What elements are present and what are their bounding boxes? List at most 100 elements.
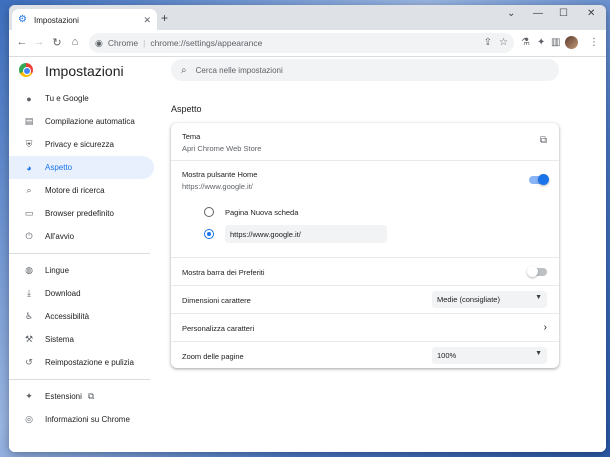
omnibox-site: Chrome: [107, 38, 139, 48]
font-size-select[interactable]: Medie (consigliate) ▼: [432, 291, 547, 308]
search-icon: ⌕: [26, 185, 32, 195]
extension-icon[interactable]: ⚗: [521, 37, 530, 48]
history-icon: ↺: [25, 357, 33, 367]
sidebar-item-label: Accessibilità: [45, 312, 90, 321]
minimize-button[interactable]: —: [533, 8, 543, 19]
tab-title: Impostazioni: [34, 15, 79, 25]
sidebar-item-estensioni[interactable]: ✦ Estensioni ⧉: [9, 385, 154, 408]
sidebar-item-label: Privacy e sicurezza: [45, 140, 114, 149]
power-icon: ⏻: [25, 231, 33, 241]
sidebar-item-label: Aspetto: [45, 163, 73, 172]
browser-icon: ▭: [24, 208, 34, 218]
home-icon[interactable]: ⌂: [68, 36, 82, 48]
sidebar-item-lingue[interactable]: ◍ Lingue: [9, 259, 154, 282]
sidebar: ● Tu e Google ▤ Compilazione automatica …: [9, 87, 154, 431]
puzzle-icon[interactable]: ✦: [537, 37, 545, 48]
search-input[interactable]: ⌕ Cerca nelle impostazioni: [171, 59, 559, 81]
home-button-row: Mostra pulsante Home https://www.google.…: [171, 160, 559, 257]
sidebar-item-browser-predefinito[interactable]: ▭ Browser predefinito: [9, 202, 154, 225]
back-icon[interactable]: ←: [15, 36, 29, 48]
shield-icon: ⛨: [25, 139, 33, 149]
tab-search-icon[interactable]: ⌄: [507, 8, 515, 19]
menu-icon[interactable]: ⋮: [589, 37, 599, 48]
share-icon[interactable]: ⇪: [484, 37, 492, 48]
maximize-button[interactable]: ☐: [559, 8, 568, 19]
sidebar-item-privacy[interactable]: ⛨ Privacy e sicurezza: [9, 133, 154, 156]
sidebar-item-label: Informazioni su Chrome: [45, 415, 130, 424]
dropdown-arrow-icon: ▼: [535, 350, 542, 357]
sidebar-item-sistema[interactable]: ⚒ Sistema: [9, 328, 154, 351]
page-title: Impostazioni: [45, 63, 124, 79]
section-title: Aspetto: [171, 104, 202, 114]
sidebar-divider: [9, 253, 150, 254]
radio-new-tab[interactable]: [204, 207, 214, 217]
bookmark-star-icon[interactable]: ☆: [499, 37, 508, 48]
forward-icon[interactable]: →: [32, 36, 46, 48]
close-tab-icon[interactable]: ✕: [143, 15, 151, 26]
clipboard-icon: ▤: [24, 116, 34, 126]
new-tab-button[interactable]: +: [161, 11, 168, 25]
bookmarks-bar-row[interactable]: Mostra barra dei Preferiti: [171, 257, 559, 285]
home-title: Mostra pulsante Home: [182, 170, 258, 179]
theme-title: Tema: [182, 132, 201, 141]
address-bar[interactable]: ◉ Chrome | chrome://settings/appearance …: [89, 33, 514, 53]
omnibox-url: chrome://settings/appearance: [150, 38, 263, 48]
zoom-title: Zoom delle pagine: [182, 352, 244, 361]
sidebar-item-download[interactable]: ⤓ Download: [9, 282, 154, 305]
reload-icon[interactable]: ↻: [50, 36, 64, 49]
dropdown-arrow-icon: ▼: [535, 294, 542, 301]
sidebar-item-motore[interactable]: ⌕ Motore di ricerca: [9, 179, 154, 202]
sidebar-item-aspetto[interactable]: ◕ Aspetto: [9, 156, 154, 179]
zoom-select[interactable]: 100% ▼: [432, 347, 547, 364]
browser-window: ⚙ Impostazioni ✕ + ⌄ — ☐ ✕ ← → ↻ ⌂ ◉ Chr…: [9, 5, 606, 452]
home-button-toggle[interactable]: [529, 174, 549, 185]
search-placeholder: Cerca nelle impostazioni: [195, 65, 283, 75]
bookmarks-bar-toggle[interactable]: [527, 266, 547, 277]
open-in-new-icon[interactable]: ⧉: [540, 135, 547, 146]
zoom-value: 100%: [437, 351, 457, 360]
toggle-knob: [527, 266, 538, 277]
chrome-logo-icon: [19, 63, 33, 77]
theme-subtitle: Apri Chrome Web Store: [182, 144, 262, 153]
close-window-button[interactable]: ✕: [587, 8, 595, 19]
browser-toolbar: ← → ↻ ⌂ ◉ Chrome | chrome://settings/app…: [9, 30, 606, 57]
accessibility-icon: ♿: [24, 311, 34, 321]
wrench-icon: ⚒: [24, 334, 34, 344]
settings-page: Impostazioni ⌕ Cerca nelle impostazioni …: [9, 57, 606, 452]
radio-new-tab-label: Pagina Nuova scheda: [225, 208, 299, 217]
font-size-row: Dimensioni carattere Medie (consigliate)…: [171, 285, 559, 313]
sidebar-divider: [9, 379, 150, 380]
sidebar-item-tu-e-google[interactable]: ● Tu e Google: [9, 87, 154, 110]
open-in-new-icon: ⧉: [87, 391, 95, 401]
tab-settings[interactable]: ⚙ Impostazioni ✕: [12, 9, 157, 31]
side-panel-icon[interactable]: ▥: [551, 37, 560, 48]
sidebar-item-label: Reimpostazione e pulizia: [45, 358, 134, 367]
sidebar-item-label: Sistema: [45, 335, 74, 344]
radio-custom-url[interactable]: [204, 229, 214, 239]
sidebar-item-label: Browser predefinito: [45, 209, 114, 218]
sidebar-item-label: Tu e Google: [45, 94, 89, 103]
search-icon: ⌕: [181, 64, 187, 76]
bookmarks-title: Mostra barra dei Preferiti: [182, 268, 265, 277]
sidebar-item-informazioni[interactable]: ◎ Informazioni su Chrome: [9, 408, 154, 431]
home-url-field[interactable]: https://www.google.it/: [225, 225, 387, 243]
download-icon: ⤓: [27, 288, 31, 298]
theme-row[interactable]: Tema Apri Chrome Web Store ⧉: [171, 123, 559, 160]
sidebar-item-label: Motore di ricerca: [45, 186, 105, 195]
font-size-value: Medie (consigliate): [437, 295, 500, 304]
chevron-right-icon: ›: [543, 322, 547, 333]
customize-fonts-row[interactable]: Personalizza caratteri ›: [171, 313, 559, 341]
chrome-icon: ◎: [25, 414, 33, 424]
sidebar-item-avvio[interactable]: ⏻ All'avvio: [9, 225, 154, 248]
sidebar-item-label: Estensioni: [45, 392, 82, 401]
avatar[interactable]: [565, 36, 578, 49]
chrome-site-icon: ◉: [95, 37, 103, 48]
sidebar-item-reimpostazione[interactable]: ↺ Reimpostazione e pulizia: [9, 351, 154, 374]
appearance-card: Tema Apri Chrome Web Store ⧉ Mostra puls…: [171, 123, 559, 368]
sidebar-item-accessibilita[interactable]: ♿ Accessibilità: [9, 305, 154, 328]
sidebar-item-compilazione[interactable]: ▤ Compilazione automatica: [9, 110, 154, 133]
person-icon: ●: [26, 93, 32, 104]
toggle-knob: [538, 174, 549, 185]
gear-icon: ⚙: [18, 14, 27, 25]
sidebar-item-label: Compilazione automatica: [45, 117, 135, 126]
